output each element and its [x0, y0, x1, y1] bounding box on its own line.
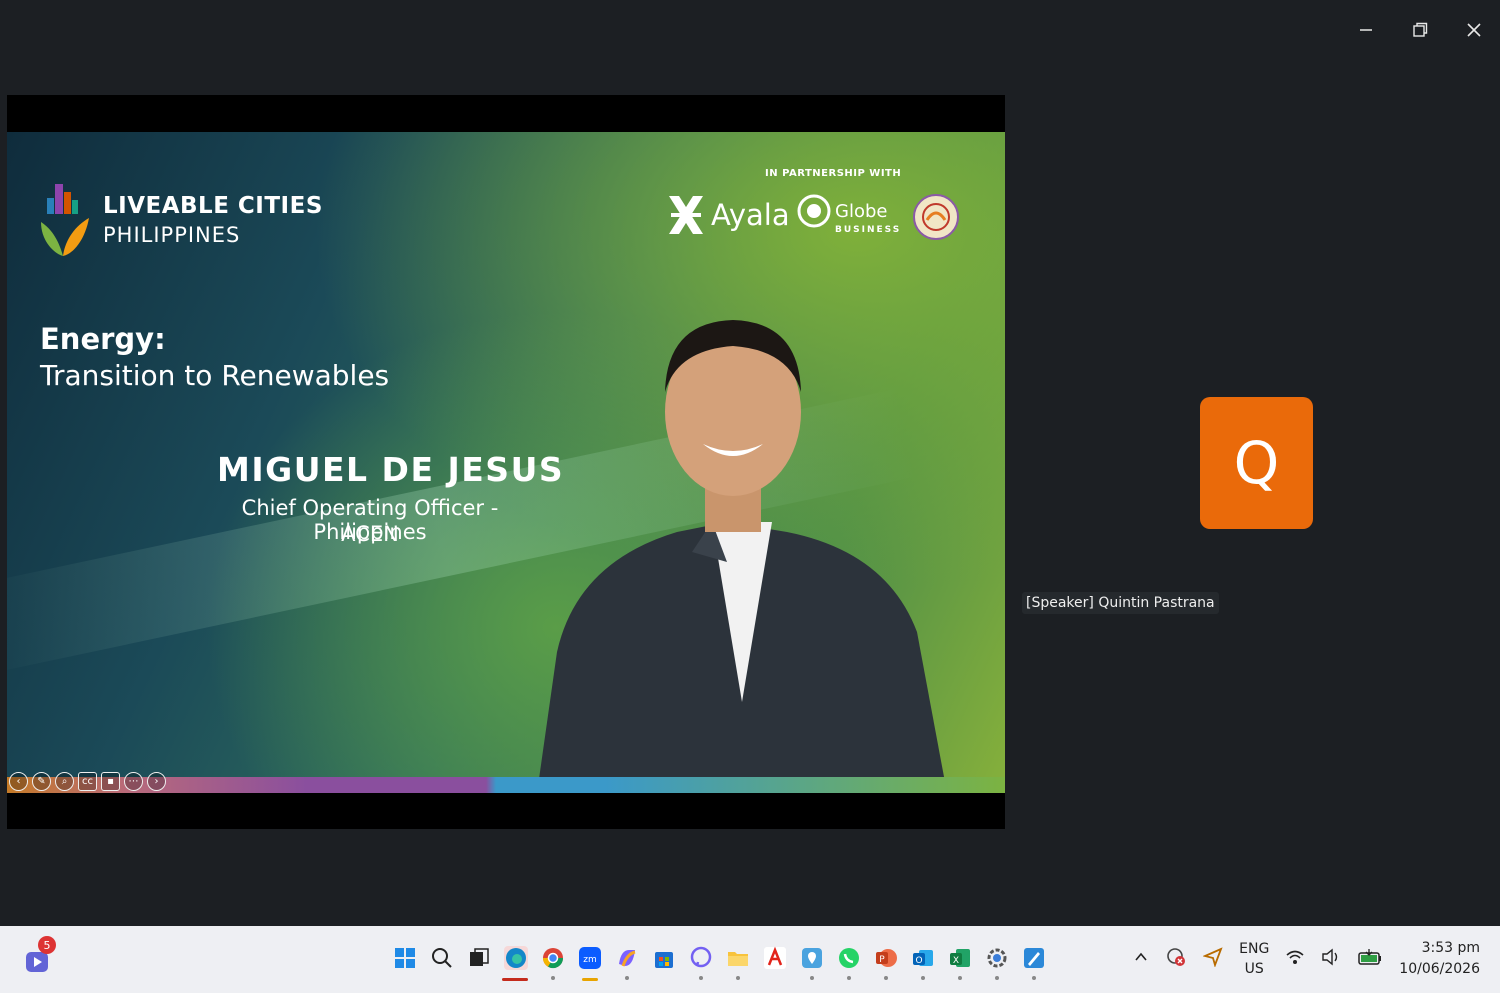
speaker-name: MIGUEL DE JESUS: [217, 450, 565, 489]
language-indicator[interactable]: ENG US: [1239, 939, 1269, 979]
system-tray: ENG US 3:53 pm 10/06/2026: [1133, 938, 1480, 980]
chrome-icon[interactable]: [541, 946, 565, 980]
partnership-label: IN PARTNERSHIP WITH: [765, 168, 902, 179]
viber-icon[interactable]: [689, 946, 713, 980]
city-leaf-logo-icon: [41, 184, 89, 256]
participant-avatar[interactable]: Q: [1200, 397, 1313, 529]
volume-icon[interactable]: [1321, 948, 1341, 970]
clock[interactable]: 3:53 pm 10/06/2026: [1399, 938, 1480, 980]
globe-business-logo: Globe: [797, 194, 887, 228]
logo-line1: LIVEABLE CITIES: [103, 193, 323, 219]
video-icon[interactable]: ▪: [101, 772, 120, 791]
powerpoint-icon[interactable]: P: [874, 946, 898, 980]
previous-icon[interactable]: ‹: [9, 772, 28, 791]
taskbar: 5 zm P O X ENG US 3:53 pm 10/06/2026: [0, 926, 1500, 993]
next-icon[interactable]: ›: [147, 772, 166, 791]
windows-start-icon[interactable]: [393, 946, 417, 970]
svg-text:P: P: [879, 955, 885, 965]
topic-title: Energy:: [40, 322, 166, 356]
language-region: US: [1244, 961, 1264, 977]
zoom-icon[interactable]: zm: [578, 946, 602, 981]
ayala-wordmark: Ayala: [711, 198, 790, 232]
outlook-icon[interactable]: O: [911, 946, 935, 980]
location-icon[interactable]: [1202, 947, 1223, 971]
copilot-icon[interactable]: [615, 946, 639, 980]
more-icon[interactable]: ⋯: [124, 772, 143, 791]
slideshow-toolbar: ‹ ✎ ⌕ cc ▪ ⋯ ›: [9, 772, 166, 791]
taskbar-apps: zm P O X: [393, 946, 1046, 981]
globe-mark-icon: [797, 194, 831, 228]
search-icon[interactable]: [430, 946, 454, 970]
file-explorer-icon[interactable]: [726, 946, 750, 980]
speaker-organization: ACEN: [341, 522, 399, 546]
clock-date: 10/06/2026: [1399, 961, 1480, 977]
svg-text:O: O: [915, 956, 922, 966]
acrobat-icon[interactable]: [763, 946, 787, 970]
wifi-icon[interactable]: [1285, 948, 1305, 970]
settings-icon[interactable]: [985, 946, 1009, 980]
liveable-cities-logo: LIVEABLE CITIES PHILIPPINES: [35, 178, 323, 262]
restore-icon[interactable]: [1408, 18, 1432, 42]
store-icon[interactable]: [652, 946, 676, 970]
ayala-logo: Ayala: [667, 194, 790, 236]
participant-name-label: [Speaker] Quintin Pastrana: [1022, 592, 1219, 614]
edge-icon[interactable]: [502, 946, 528, 981]
close-icon[interactable]: [1462, 18, 1486, 42]
svg-text:X: X: [953, 956, 959, 966]
ayala-mark-icon: [669, 196, 703, 234]
language-code: ENG: [1239, 941, 1270, 957]
speaker-photo: [537, 320, 947, 793]
show-hidden-icons-icon[interactable]: [1133, 949, 1149, 969]
pen-icon[interactable]: ✎: [32, 772, 51, 791]
svg-text:zm: zm: [583, 955, 597, 965]
zoom-icon[interactable]: ⌕: [55, 772, 74, 791]
excel-icon[interactable]: X: [948, 946, 972, 980]
sync-error-icon[interactable]: [1165, 946, 1187, 972]
whatsapp-icon[interactable]: [837, 946, 861, 980]
globe-wordmark: Globe: [835, 200, 888, 222]
notification-badge: 5: [38, 936, 56, 954]
clock-time: 3:53 pm: [1421, 940, 1480, 956]
presentation-slide: LIVEABLE CITIES PHILIPPINES IN PARTNERSH…: [7, 132, 1005, 793]
topic-subtitle: Transition to Renewables: [40, 359, 390, 392]
teams-icon[interactable]: 5: [24, 936, 56, 974]
captions-icon[interactable]: cc: [78, 772, 97, 791]
battery-icon[interactable]: [1357, 948, 1383, 970]
task-view-icon[interactable]: [467, 946, 491, 970]
window-controls: [1354, 18, 1486, 42]
logo-line2: PHILIPPINES: [103, 223, 241, 247]
paint-icon[interactable]: [1022, 946, 1046, 980]
minimize-icon[interactable]: [1354, 18, 1378, 42]
maps-icon[interactable]: [800, 946, 824, 980]
